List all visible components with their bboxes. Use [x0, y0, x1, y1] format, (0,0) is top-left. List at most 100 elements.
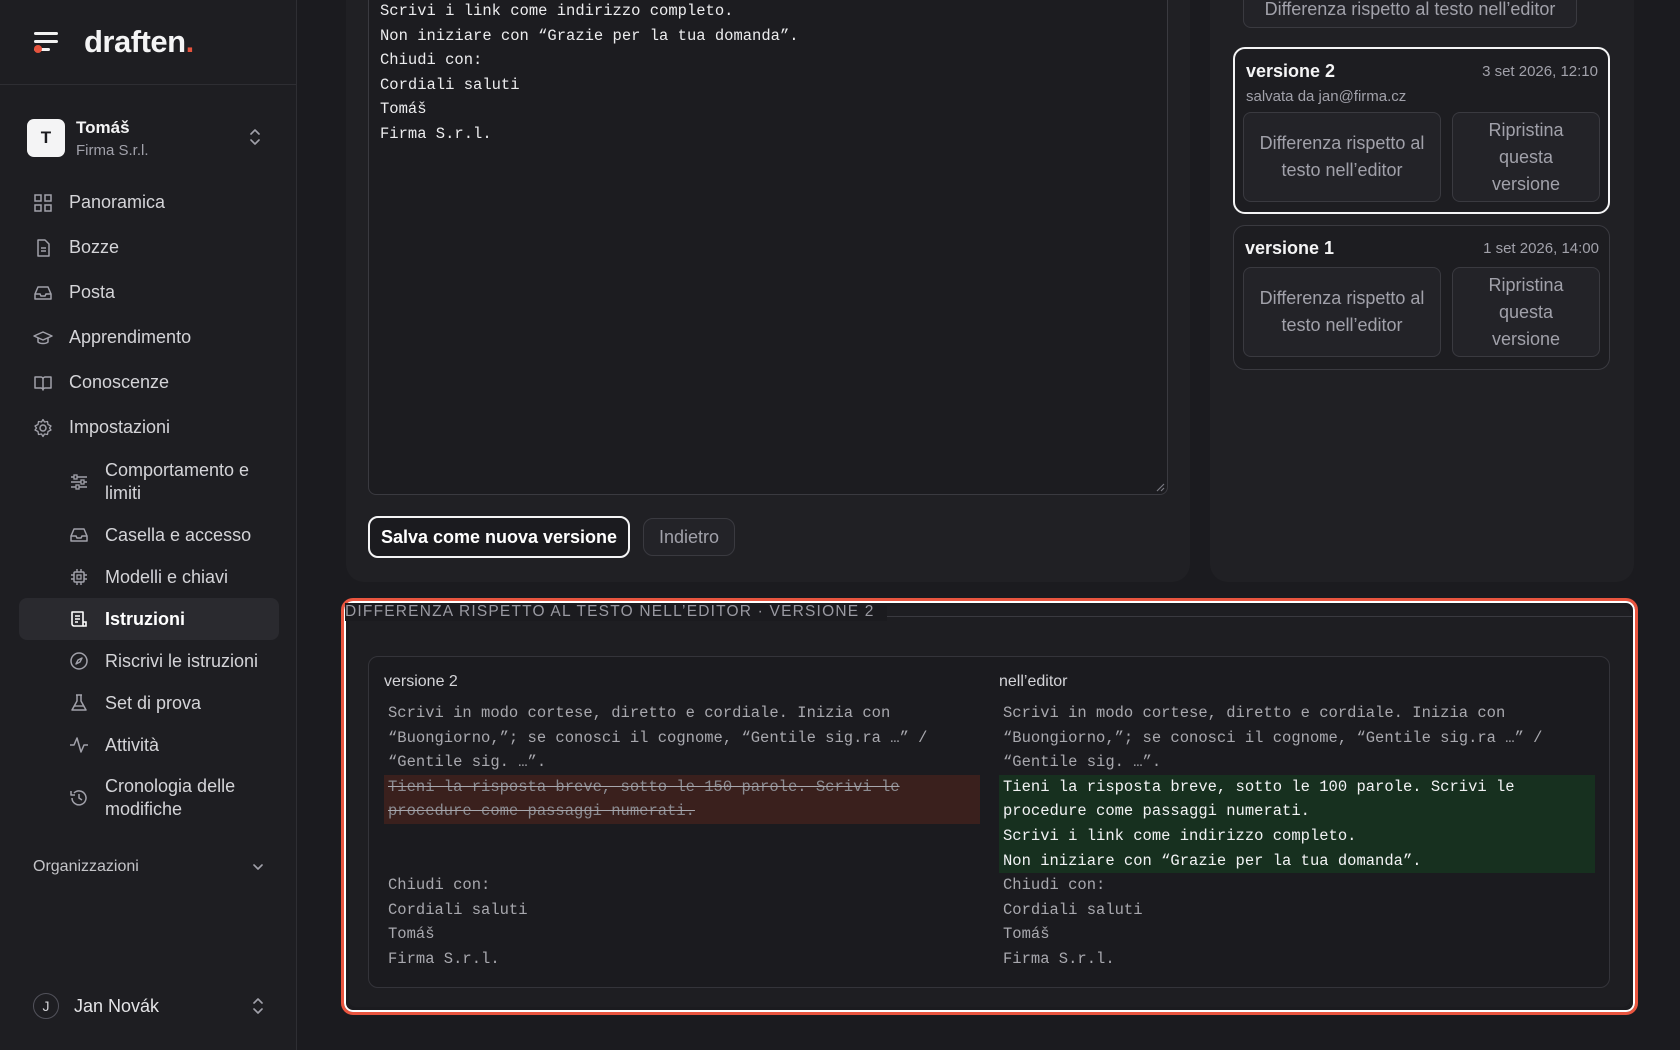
inbox-icon: [34, 285, 52, 300]
sidebar-item-label: Casella e accesso: [105, 524, 252, 545]
nav-item-bozze[interactable]: Bozze: [19, 225, 279, 270]
sidebar-item-label: Attività: [105, 734, 160, 755]
sidebar-item-label: Cronologia delle modifiche: [105, 776, 236, 819]
diff-unchanged: Cordiali saluti: [1003, 900, 1143, 919]
sidebar-item-set-di-prova[interactable]: Set di prova: [19, 682, 279, 724]
account-org: Firma S.r.l.: [76, 141, 149, 159]
chevron-up-down-icon: [250, 129, 260, 145]
main-nav: Panoramica Bozze Posta Apprendimento Con…: [19, 180, 279, 830]
diff-column-title: versione 2: [384, 673, 458, 690]
diff-unchanged: Tomáš: [388, 925, 435, 944]
diff-added: Scrivi i link come indirizzo completo.: [999, 823, 1595, 849]
diff-unchanged: Scrivi in modo cortese, diretto e cordia…: [1003, 704, 1543, 772]
sidebar-item-istruzioni[interactable]: Istruzioni: [19, 598, 279, 640]
nav-item-posta[interactable]: Posta: [19, 270, 279, 315]
version-date: 3 set 2026, 12:10: [1482, 63, 1598, 80]
version-title: versione 2: [1246, 61, 1336, 81]
compass-icon: [70, 652, 88, 670]
diff-unchanged: Firma S.r.l.: [1003, 949, 1115, 968]
chip-icon: [71, 569, 87, 585]
nav-label: Bozze: [69, 237, 120, 257]
nav-label: Conoscenze: [69, 372, 170, 392]
diff-comparison: versione 2 Scrivi in modo cortese, diret…: [368, 656, 1610, 988]
account-switcher[interactable]: T Tomáš Firma S.r.l.: [27, 113, 272, 163]
dashboard-icon: [34, 193, 52, 212]
nav-item-panoramica[interactable]: Panoramica: [19, 180, 279, 225]
diff-button[interactable]: Differenza rispetto al testo nell’editor: [1243, 112, 1441, 202]
sidebar-item-label: Comportamento e limiti: [105, 460, 250, 503]
save-new-version-button[interactable]: Salva come nuova versione: [368, 516, 630, 558]
diff-unchanged: Firma S.r.l.: [388, 949, 500, 968]
instructions-icon: [71, 611, 87, 627]
sidebar-item-label: Set di prova: [105, 692, 202, 713]
logo: draften: [84, 24, 186, 59]
nav-label: Impostazioni: [69, 417, 171, 437]
diff-unchanged: Chiudi con:: [388, 875, 491, 894]
divider: [870, 616, 1632, 617]
nav-item-apprendimento[interactable]: Apprendimento: [19, 315, 279, 360]
graduation-cap-icon: [33, 330, 53, 344]
chevron-down-icon: [253, 864, 263, 870]
account-avatar: T: [27, 119, 65, 157]
inbox-icon: [70, 528, 88, 542]
sidebar-item-modelli[interactable]: Modelli e chiavi: [19, 556, 279, 598]
nav-label: Apprendimento: [69, 327, 192, 347]
sidebar-item-riscrivi[interactable]: Riscrivi le istruzioni: [19, 640, 279, 682]
diff-unchanged: Chiudi con:: [1003, 876, 1106, 895]
sidebar-item-label: Istruzioni: [105, 608, 185, 629]
diff-unchanged: Cordiali saluti: [388, 900, 528, 919]
nav-item-impostazioni[interactable]: Impostazioni: [19, 405, 279, 450]
sidebar-item-attivita[interactable]: Attività: [19, 724, 279, 766]
organizations-toggle[interactable]: Organizzazioni: [33, 858, 265, 876]
organizations-label: Organizzazioni: [33, 858, 139, 875]
diff-button[interactable]: Differenza rispetto al testo nell’editor: [1243, 267, 1441, 357]
diff-column-title: nell’editor: [999, 673, 1068, 690]
brand-header: draften.: [0, 0, 296, 85]
book-icon: [34, 375, 52, 391]
diff-heading: DIFFERENZA RISPETTO AL TESTO NELL’EDITOR…: [345, 603, 887, 621]
version-date: 1 set 2026, 14:00: [1483, 240, 1599, 257]
sidebar-item-casella[interactable]: Casella e accesso: [19, 514, 279, 556]
user-name: Jan Novák: [74, 995, 160, 1016]
back-button[interactable]: Indietro: [643, 518, 735, 556]
sidebar: draften. T Tomáš Firma S.r.l. Panoramica…: [0, 0, 297, 1050]
diff-button[interactable]: Differenza rispetto al testo nell’editor: [1243, 0, 1577, 28]
account-name: Tomáš: [76, 117, 130, 137]
logo-dot: .: [185, 24, 195, 59]
version-title: versione 1: [1245, 238, 1335, 258]
flask-icon: [71, 694, 87, 711]
user-menu[interactable]: J Jan Novák: [33, 993, 265, 1019]
editor-line: Cordiali saluti: [380, 75, 520, 94]
nav-item-conoscenze[interactable]: Conoscenze: [19, 360, 279, 405]
version-item: versione 1 1 set 2026, 14:00 Differenza …: [1233, 225, 1610, 370]
editor-line: Non iniziare con “Grazie per la tua doma…: [380, 26, 799, 45]
menu-icon[interactable]: [34, 31, 60, 53]
sidebar-item-label: Riscrivi le istruzioni: [105, 650, 259, 671]
diff-removed: Tieni la risposta breve, sotto le 150 pa…: [384, 774, 980, 824]
history-icon: [70, 790, 87, 806]
instructions-editor[interactable]: Scrivi i link come indirizzo completo. N…: [368, 0, 1168, 495]
restore-version-button[interactable]: Ripristina questa versione: [1452, 267, 1600, 357]
editor-line: Tomáš: [380, 100, 427, 118]
version-saved-by: salvata da jan@firma.cz: [1246, 88, 1407, 105]
resize-handle-icon[interactable]: [1156, 483, 1165, 492]
diff-unchanged: Scrivi in modo cortese, diretto e cordia…: [388, 704, 928, 772]
sidebar-item-comportamento[interactable]: Comportamento e limiti: [19, 450, 279, 514]
diff-added: Non iniziare con “Grazie per la tua doma…: [999, 848, 1595, 874]
avatar: J: [33, 993, 59, 1019]
activity-icon: [70, 737, 88, 753]
restore-version-button[interactable]: Ripristina questa versione: [1452, 112, 1600, 202]
diff-unchanged: Tomáš: [1003, 925, 1050, 944]
sidebar-item-cronologia[interactable]: Cronologia delle modifiche: [19, 766, 279, 830]
nav-label: Panoramica: [69, 192, 166, 212]
editor-line: Chiudi con:: [380, 51, 483, 69]
editor-line: Scrivi i link come indirizzo completo.: [380, 2, 734, 20]
chevron-up-down-icon: [253, 998, 263, 1014]
nav-label: Posta: [69, 282, 116, 302]
document-icon: [37, 238, 50, 257]
editor-line: Firma S.r.l.: [380, 124, 492, 143]
diff-spacer: [384, 824, 980, 873]
diff-added: Tieni la risposta breve, sotto le 100 pa…: [999, 774, 1595, 824]
gear-icon: [34, 418, 52, 437]
sidebar-item-label: Modelli e chiavi: [105, 566, 229, 587]
